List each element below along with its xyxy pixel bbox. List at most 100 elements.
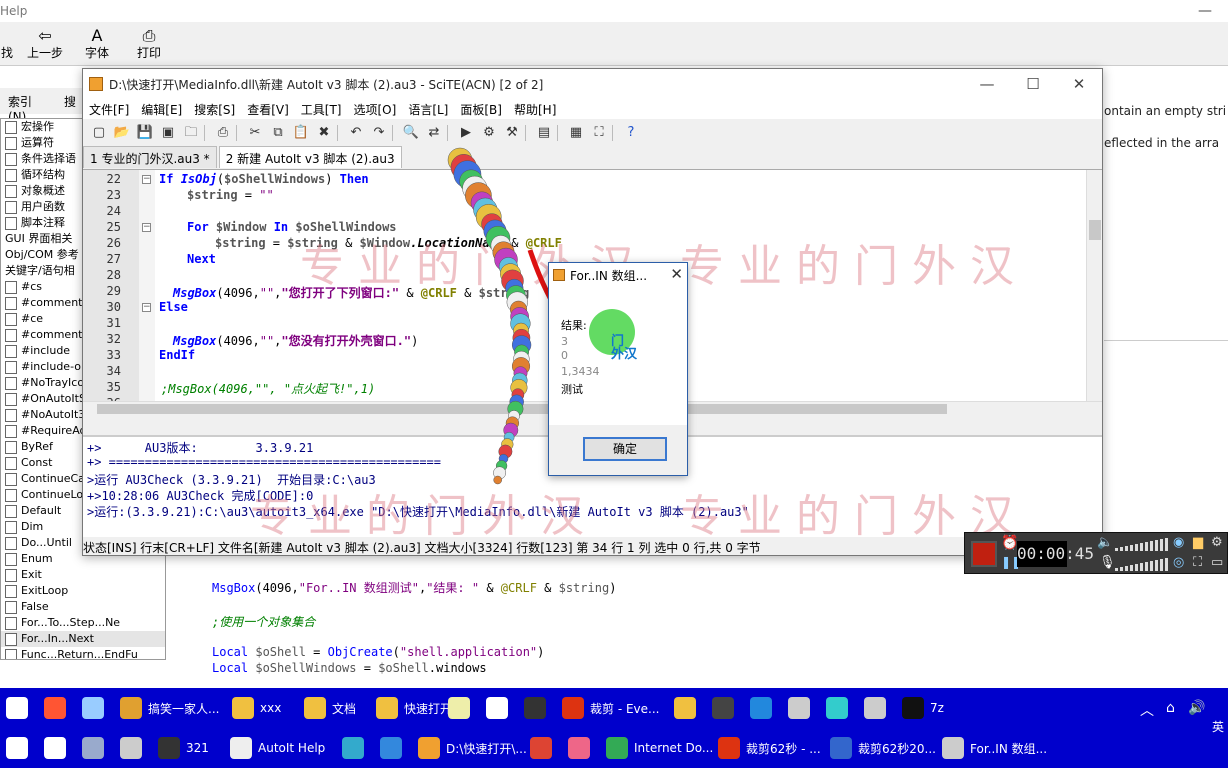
fold-toggle-icon[interactable]: − (142, 175, 151, 184)
redo-icon[interactable]: ↷ (369, 123, 389, 143)
taskbar-button[interactable] (670, 694, 700, 722)
maximize-button[interactable]: ☐ (1010, 69, 1056, 99)
help-index-item[interactable]: Exit (1, 567, 165, 583)
taskbar-button[interactable]: 321 (154, 734, 213, 762)
taskbar-button[interactable] (116, 734, 146, 762)
taskbar-button[interactable] (338, 734, 368, 762)
paste-icon[interactable]: 📋 (291, 123, 311, 143)
menu-panels[interactable]: 面板[B] (458, 99, 508, 119)
stop-icon[interactable]: ▤ (534, 123, 554, 143)
taskbar-button[interactable] (444, 694, 474, 722)
menu-help[interactable]: 帮助[H] (512, 99, 562, 119)
open-folder-icon[interactable]: 📂 (112, 123, 132, 143)
new-file-icon[interactable]: ▢ (89, 123, 109, 143)
minimize-icon[interactable]: — (1182, 0, 1228, 22)
menu-file[interactable]: 文件[F] (87, 99, 135, 119)
menu-options[interactable]: 选项[O] (352, 99, 403, 119)
taskbar-button[interactable]: 裁剪62秒20... (826, 734, 940, 762)
taskbar-button[interactable] (520, 694, 550, 722)
fullscreen-icon[interactable]: ⛶ (1193, 555, 1202, 570)
close-button[interactable]: ✕ (1056, 69, 1102, 99)
replace-icon[interactable]: ⇄ (424, 123, 444, 143)
folder-icon[interactable]: ▆ (1193, 535, 1203, 550)
print-icon[interactable]: ⎙ (213, 123, 233, 143)
taskbar-button[interactable] (376, 734, 406, 762)
delete-icon[interactable]: ✖ (314, 123, 334, 143)
print-button[interactable]: ⎙ 打印 (128, 22, 170, 65)
find-icon[interactable]: 🔍 (401, 123, 421, 143)
taskbar-button[interactable]: 裁剪 - Eve... (558, 694, 663, 722)
save-icon[interactable]: 💾 (135, 123, 155, 143)
tray-expand-icon[interactable]: ︿ (1140, 700, 1154, 720)
taskbar-button[interactable]: AutoIt Help (226, 734, 329, 762)
taskbar-button[interactable] (2, 734, 32, 762)
taskbar-button[interactable] (708, 694, 738, 722)
help-icon[interactable]: ? (621, 123, 641, 143)
input-language[interactable]: 英 (1212, 718, 1224, 735)
cut-icon[interactable]: ✂ (245, 123, 265, 143)
settings-gear-icon[interactable]: ⚙ (1211, 535, 1223, 550)
window-mode-icon[interactable]: ▭ (1211, 555, 1223, 570)
stop-record-button[interactable] (971, 541, 997, 567)
taskbar-button[interactable]: 7z (898, 694, 948, 722)
font-button[interactable]: A 字体 (76, 22, 118, 65)
fullscreen-icon[interactable]: ⛶ (589, 123, 609, 143)
tab-index[interactable]: 索引(N) (0, 88, 56, 124)
help-index-item[interactable]: For...In...Next (1, 631, 165, 647)
tab-search[interactable]: 搜 (56, 88, 84, 114)
taskbar-button[interactable] (482, 694, 512, 722)
help-index-item[interactable]: ExitLoop (1, 583, 165, 599)
fold-toggle-icon[interactable]: − (142, 223, 151, 232)
speaker-icon[interactable]: 🔈 (1097, 535, 1113, 550)
taskbar-button[interactable]: 裁剪62秒 - ... (714, 734, 825, 762)
fold-toggle-icon[interactable]: − (142, 303, 151, 312)
microphone-icon[interactable]: 🎙 (1099, 555, 1116, 570)
taskbar-button[interactable] (526, 734, 556, 762)
menu-language[interactable]: 语言[L] (406, 99, 454, 119)
copy-icon[interactable]: ⧉ (268, 123, 288, 143)
taskbar-button[interactable]: Internet Do... (602, 734, 717, 762)
taskbar-button[interactable] (40, 694, 70, 722)
find-button[interactable]: 找 (0, 22, 14, 65)
help-index-item[interactable]: Func...Return...EndFu (1, 647, 165, 659)
undo-icon[interactable]: ↶ (346, 123, 366, 143)
menu-view[interactable]: 查看[V] (245, 99, 295, 119)
network-icon[interactable]: ⌂ (1166, 700, 1175, 716)
output-panel-icon[interactable]: ▦ (566, 123, 586, 143)
vertical-scrollbar[interactable] (1086, 170, 1102, 406)
file-tab[interactable]: 1 专业的门外汉.au3 * (83, 146, 217, 168)
volume-icon[interactable]: 🔊 (1188, 700, 1205, 716)
folder-icon[interactable]: 🗀 (181, 123, 201, 143)
taskbar-button[interactable] (746, 694, 776, 722)
menu-search[interactable]: 搜索[S] (192, 99, 241, 119)
webcam-icon[interactable]: ◉ (1173, 535, 1184, 550)
taskbar-button[interactable] (2, 694, 32, 722)
taskbar-button[interactable] (78, 734, 108, 762)
back-button[interactable]: ⇦ 上一步 (24, 22, 66, 65)
taskbar-button[interactable] (40, 734, 70, 762)
run-icon[interactable]: ▶ (456, 123, 476, 143)
close-icon[interactable]: ✕ (670, 265, 683, 283)
scrollbar-thumb[interactable] (97, 404, 947, 414)
taskbar-button[interactable] (784, 694, 814, 722)
taskbar-button[interactable] (860, 694, 890, 722)
taskbar-button[interactable]: D:\快速打开\... (414, 734, 531, 762)
alarm-clock-icon[interactable]: ⏰ (1001, 535, 1018, 551)
save-all-icon[interactable]: ▣ (158, 123, 178, 143)
taskbar-button[interactable]: For..IN 数组... (938, 734, 1051, 762)
taskbar-button[interactable]: 搞笑一家人... (116, 694, 223, 722)
help-index-item[interactable]: For...To...Step...Ne (1, 615, 165, 631)
taskbar-button[interactable] (78, 694, 108, 722)
scrollbar-thumb[interactable] (1089, 220, 1101, 240)
menu-tools[interactable]: 工具[T] (299, 99, 348, 119)
ok-button[interactable]: 确定 (583, 437, 667, 461)
taskbar-button[interactable] (822, 694, 852, 722)
menu-edit[interactable]: 编辑[E] (139, 99, 188, 119)
compile-icon[interactable]: ⚙ (479, 123, 499, 143)
minimize-button[interactable]: — (964, 69, 1010, 99)
screen-target-icon[interactable]: ◎ (1173, 555, 1184, 570)
taskbar-button[interactable]: 文档 (300, 694, 360, 722)
build-icon[interactable]: ⚒ (502, 123, 522, 143)
taskbar-button[interactable] (564, 734, 594, 762)
taskbar-button[interactable]: xxx (228, 694, 285, 722)
